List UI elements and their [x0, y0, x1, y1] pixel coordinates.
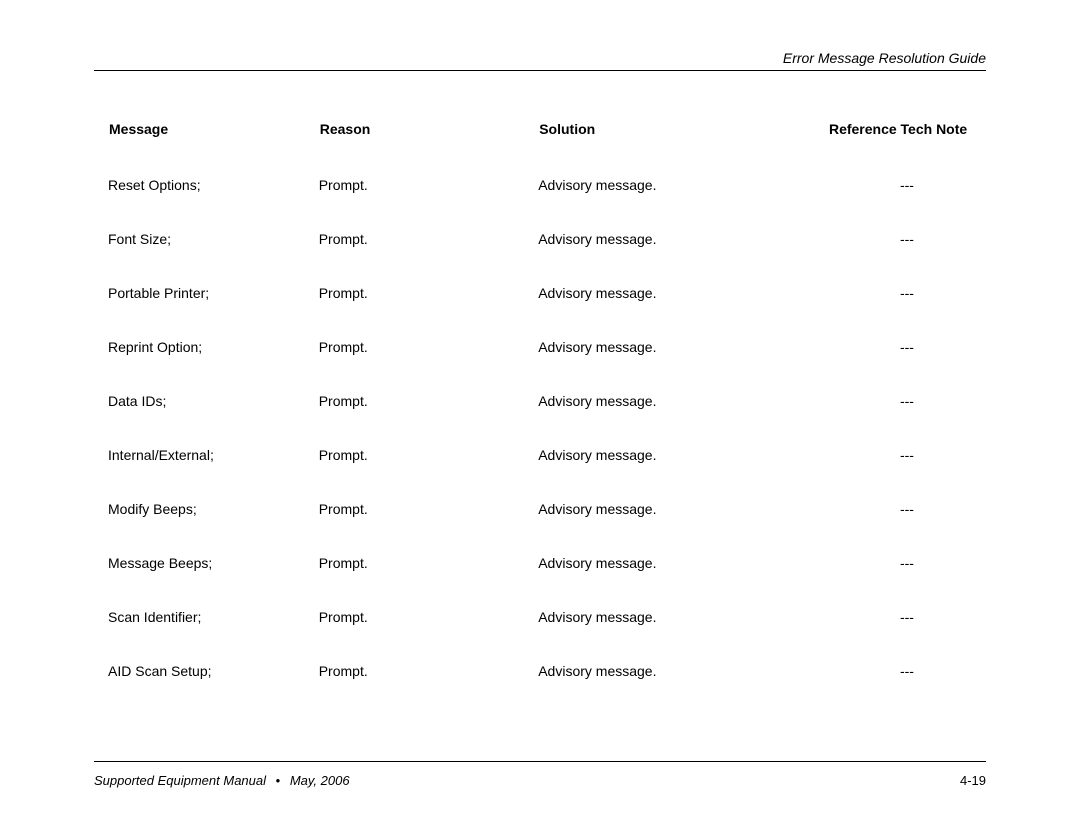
running-header: Error Message Resolution Guide: [783, 50, 986, 66]
error-table: Message Reason Solution Reference Tech N…: [108, 120, 986, 703]
col-header-solution: Solution: [538, 120, 828, 163]
cell-message: Reset Options;: [108, 163, 319, 217]
cell-message: Reprint Option;: [108, 325, 319, 379]
cell-solution: Advisory message.: [538, 595, 828, 649]
cell-reference: ---: [828, 217, 986, 271]
footer-rule: [94, 761, 986, 762]
cell-solution: Advisory message.: [538, 217, 828, 271]
header-rule: [94, 70, 986, 71]
table-body: Reset Options; Prompt. Advisory message.…: [108, 163, 986, 703]
table-row: Portable Printer; Prompt. Advisory messa…: [108, 271, 986, 325]
cell-message: Scan Identifier;: [108, 595, 319, 649]
cell-solution: Advisory message.: [538, 487, 828, 541]
cell-reason: Prompt.: [319, 541, 539, 595]
table-row: Reprint Option; Prompt. Advisory message…: [108, 325, 986, 379]
footer: Supported Equipment Manual • May, 2006 4…: [94, 773, 986, 788]
footer-bullet-icon: •: [270, 773, 287, 788]
table-header-row: Message Reason Solution Reference Tech N…: [108, 120, 986, 163]
cell-message: Modify Beeps;: [108, 487, 319, 541]
cell-solution: Advisory message.: [538, 325, 828, 379]
footer-date: May, 2006: [290, 773, 350, 788]
cell-reason: Prompt.: [319, 325, 539, 379]
table-row: Font Size; Prompt. Advisory message. ---: [108, 217, 986, 271]
footer-page-number: 4-19: [960, 773, 986, 788]
table-row: Reset Options; Prompt. Advisory message.…: [108, 163, 986, 217]
cell-message: Data IDs;: [108, 379, 319, 433]
cell-reason: Prompt.: [319, 163, 539, 217]
cell-reason: Prompt.: [319, 487, 539, 541]
footer-left: Supported Equipment Manual • May, 2006: [94, 773, 350, 788]
table-row: Scan Identifier; Prompt. Advisory messag…: [108, 595, 986, 649]
cell-reason: Prompt.: [319, 595, 539, 649]
table-row: Modify Beeps; Prompt. Advisory message. …: [108, 487, 986, 541]
cell-message: Internal/External;: [108, 433, 319, 487]
cell-message: Font Size;: [108, 217, 319, 271]
cell-solution: Advisory message.: [538, 541, 828, 595]
col-header-reason: Reason: [319, 120, 539, 163]
table-row: Data IDs; Prompt. Advisory message. ---: [108, 379, 986, 433]
cell-solution: Advisory message.: [538, 433, 828, 487]
cell-solution: Advisory message.: [538, 271, 828, 325]
page: Error Message Resolution Guide Message R…: [0, 0, 1080, 834]
cell-reference: ---: [828, 163, 986, 217]
table-row: AID Scan Setup; Prompt. Advisory message…: [108, 649, 986, 703]
cell-message: Message Beeps;: [108, 541, 319, 595]
col-header-message: Message: [108, 120, 319, 163]
cell-solution: Advisory message.: [538, 379, 828, 433]
cell-reference: ---: [828, 487, 986, 541]
content-area: Message Reason Solution Reference Tech N…: [108, 120, 986, 703]
cell-reference: ---: [828, 379, 986, 433]
cell-reference: ---: [828, 325, 986, 379]
footer-title: Supported Equipment Manual: [94, 773, 266, 788]
cell-reason: Prompt.: [319, 433, 539, 487]
cell-message: Portable Printer;: [108, 271, 319, 325]
cell-reference: ---: [828, 649, 986, 703]
cell-reason: Prompt.: [319, 649, 539, 703]
cell-reason: Prompt.: [319, 379, 539, 433]
cell-reference: ---: [828, 433, 986, 487]
cell-reference: ---: [828, 541, 986, 595]
cell-reason: Prompt.: [319, 217, 539, 271]
cell-reference: ---: [828, 271, 986, 325]
cell-reference: ---: [828, 595, 986, 649]
cell-solution: Advisory message.: [538, 163, 828, 217]
col-header-reference: Reference Tech Note: [828, 120, 986, 163]
table-row: Internal/External; Prompt. Advisory mess…: [108, 433, 986, 487]
cell-solution: Advisory message.: [538, 649, 828, 703]
table-row: Message Beeps; Prompt. Advisory message.…: [108, 541, 986, 595]
cell-message: AID Scan Setup;: [108, 649, 319, 703]
cell-reason: Prompt.: [319, 271, 539, 325]
